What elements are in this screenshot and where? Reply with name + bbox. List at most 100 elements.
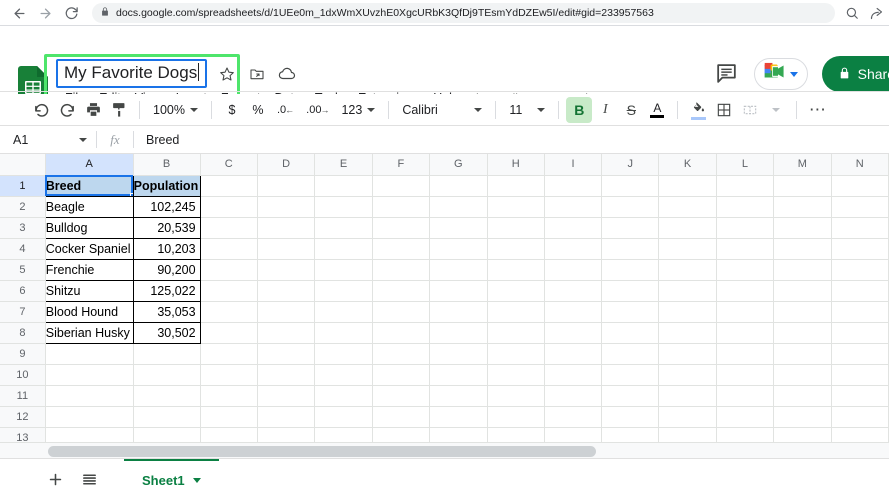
cell-F7[interactable] <box>371 300 431 323</box>
cell-B5[interactable]: 90,200 <box>132 258 201 281</box>
cell-L6[interactable] <box>715 279 775 302</box>
cell-L4[interactable] <box>715 237 775 260</box>
cell-A6[interactable]: Shitzu <box>44 279 134 302</box>
cell-B1[interactable]: Population <box>132 174 201 197</box>
cell-K7[interactable] <box>658 300 717 323</box>
back-arrow-icon[interactable] <box>6 0 32 26</box>
cell-F11[interactable] <box>371 384 431 407</box>
cell-J5[interactable] <box>601 258 660 281</box>
cell-G4[interactable] <box>429 237 488 260</box>
cell-A12[interactable] <box>44 405 134 428</box>
cell-H11[interactable] <box>486 384 545 407</box>
cell-C1[interactable] <box>199 174 258 197</box>
cell-M3[interactable] <box>773 216 832 239</box>
forward-arrow-icon[interactable] <box>32 0 58 26</box>
cell-M4[interactable] <box>773 237 832 260</box>
share-button[interactable]: Share <box>821 56 889 92</box>
cell-D7[interactable] <box>256 300 316 323</box>
chevron-down-icon[interactable] <box>192 478 201 483</box>
cell-G9[interactable] <box>429 342 488 365</box>
cell-M9[interactable] <box>773 342 832 365</box>
cell-G2[interactable] <box>429 195 488 218</box>
cell-G10[interactable] <box>429 363 488 386</box>
row-header-7[interactable]: 7 <box>0 300 46 323</box>
cell-B3[interactable]: 20,539 <box>132 216 201 239</box>
cell-A3[interactable]: Bulldog <box>44 216 134 239</box>
cell-A2[interactable]: Beagle <box>44 195 134 218</box>
cell-L8[interactable] <box>715 321 775 344</box>
cell-C11[interactable] <box>199 384 258 407</box>
cell-C5[interactable] <box>199 258 258 281</box>
cell-M11[interactable] <box>773 384 832 407</box>
cell-L7[interactable] <box>715 300 775 323</box>
cell-H6[interactable] <box>486 279 545 302</box>
cell-B11[interactable] <box>132 384 201 407</box>
cell-L11[interactable] <box>715 384 775 407</box>
name-box[interactable]: A1 <box>0 126 96 153</box>
cell-A11[interactable] <box>44 384 134 407</box>
cell-M1[interactable] <box>773 174 832 197</box>
row-header-12[interactable]: 12 <box>0 405 46 428</box>
cell-M6[interactable] <box>773 279 832 302</box>
cell-L12[interactable] <box>715 405 775 428</box>
cell-F6[interactable] <box>371 279 431 302</box>
document-title-input[interactable]: My Favorite Dogs <box>56 59 208 88</box>
text-color-button[interactable]: A <box>644 97 670 123</box>
cell-G1[interactable] <box>429 174 488 197</box>
column-header-k[interactable]: K <box>658 154 717 176</box>
cell-I3[interactable] <box>543 216 603 239</box>
cell-F10[interactable] <box>371 363 431 386</box>
cell-C8[interactable] <box>199 321 258 344</box>
cell-E9[interactable] <box>314 342 373 365</box>
cell-N5[interactable] <box>830 258 889 281</box>
italic-button[interactable]: I <box>592 97 618 123</box>
row-header-8[interactable]: 8 <box>0 321 46 344</box>
cell-H12[interactable] <box>486 405 545 428</box>
cell-N10[interactable] <box>830 363 889 386</box>
cell-G12[interactable] <box>429 405 488 428</box>
cell-N11[interactable] <box>830 384 889 407</box>
cell-B2[interactable]: 102,245 <box>132 195 201 218</box>
cell-D12[interactable] <box>256 405 316 428</box>
cell-A10[interactable] <box>44 363 134 386</box>
cell-L10[interactable] <box>715 363 775 386</box>
cell-I11[interactable] <box>543 384 603 407</box>
cell-G7[interactable] <box>429 300 488 323</box>
cell-D10[interactable] <box>256 363 316 386</box>
cell-A8[interactable]: Siberian Husky <box>44 321 134 344</box>
cell-F4[interactable] <box>371 237 431 260</box>
cell-D9[interactable] <box>256 342 316 365</box>
row-header-11[interactable]: 11 <box>0 384 46 407</box>
cell-I4[interactable] <box>543 237 603 260</box>
select-all-corner[interactable] <box>0 154 46 176</box>
cell-K9[interactable] <box>658 342 717 365</box>
column-header-g[interactable]: G <box>429 154 488 176</box>
cell-F9[interactable] <box>371 342 431 365</box>
google-meet-button[interactable] <box>753 58 808 90</box>
cell-H10[interactable] <box>486 363 545 386</box>
cell-A4[interactable]: Cocker Spaniel <box>44 237 134 260</box>
cell-K4[interactable] <box>658 237 717 260</box>
reload-icon[interactable] <box>58 0 84 26</box>
cell-N6[interactable] <box>830 279 889 302</box>
cell-M10[interactable] <box>773 363 832 386</box>
column-header-i[interactable]: I <box>543 154 603 176</box>
cell-B6[interactable]: 125,022 <box>132 279 201 302</box>
cell-H5[interactable] <box>486 258 545 281</box>
more-options-button[interactable]: ⋯ <box>804 97 830 123</box>
cell-C4[interactable] <box>199 237 258 260</box>
cell-L1[interactable] <box>715 174 775 197</box>
address-bar[interactable]: docs.google.com/spreadsheets/d/1UEe0m_1d… <box>92 3 835 23</box>
cell-N2[interactable] <box>830 195 889 218</box>
cell-E12[interactable] <box>314 405 373 428</box>
cell-A7[interactable]: Blood Hound <box>44 300 134 323</box>
cell-F2[interactable] <box>371 195 431 218</box>
cell-K10[interactable] <box>658 363 717 386</box>
decrease-decimal-button[interactable]: .0 ← <box>271 97 300 123</box>
zoom-magnifier-icon[interactable] <box>841 2 863 24</box>
cell-J9[interactable] <box>601 342 660 365</box>
cell-I9[interactable] <box>543 342 603 365</box>
row-header-3[interactable]: 3 <box>0 216 46 239</box>
column-header-d[interactable]: D <box>256 154 316 176</box>
horizontal-scrollbar[interactable] <box>0 442 889 458</box>
